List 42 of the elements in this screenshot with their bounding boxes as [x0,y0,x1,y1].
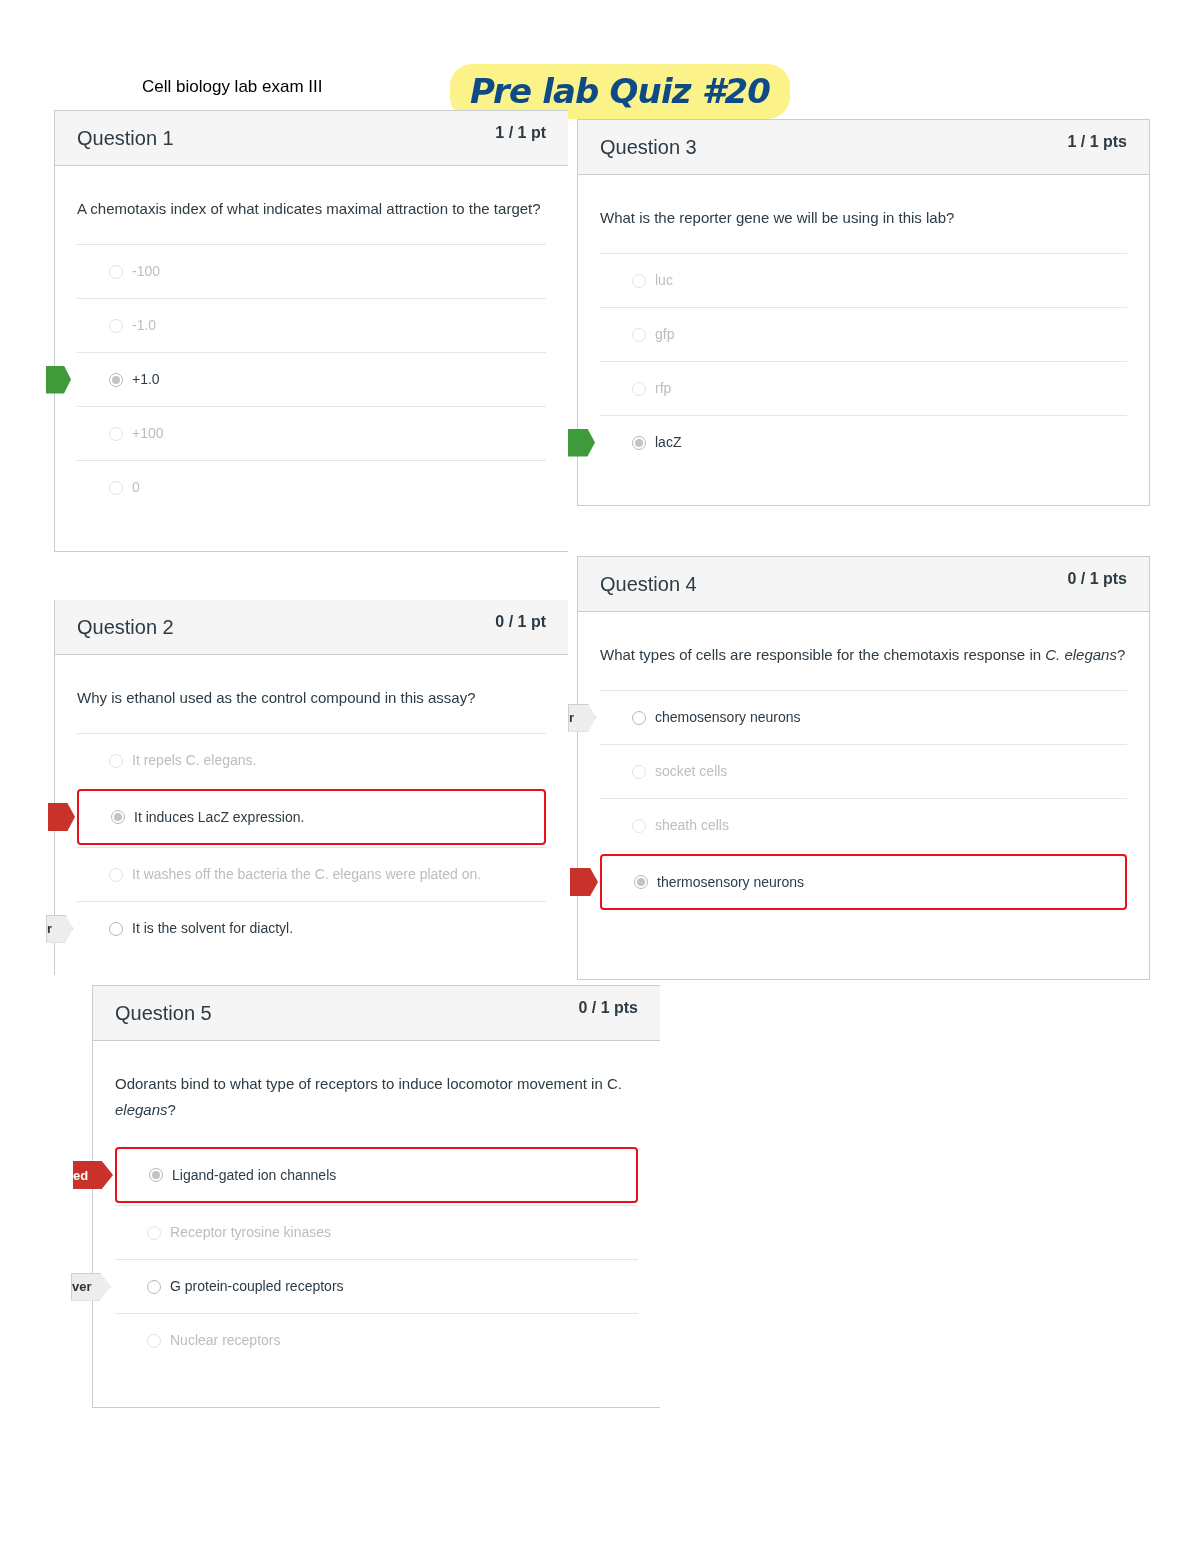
points-score: 1 / 1 pts [1067,132,1127,152]
answer-option: socket cells [655,761,728,782]
answer-option: It washes off the bacteria the C. elegans were plated on. [132,864,482,885]
answer-option: luc [655,270,673,291]
answer-option: Ligand-gated ion channels [172,1164,337,1186]
points-score: 0 / 1 pt [495,612,546,632]
answer-option: +100 [132,423,164,444]
question-title: Question 4 [600,572,697,597]
answer-option: thermosensory neurons [657,871,805,893]
answer-option: chemosensory neurons [655,707,801,728]
question-title: Question 2 [77,615,174,640]
answer-option: Receptor tyrosine kinases [170,1222,332,1243]
answer-option: gfp [655,324,675,345]
answer-flag: r [568,703,596,732]
answer-flag: r [46,914,73,943]
answer-flag: ver [71,1272,111,1301]
answer-option: It induces LacZ expression. [134,806,305,828]
question-title: Question 1 [77,126,174,151]
points-score: 1 / 1 pt [495,123,546,143]
answer-flag: ed [73,1161,113,1189]
answer-option: G protein-coupled receptors [170,1276,344,1297]
answer-option: lacZ [655,432,682,453]
handwritten-note: Pre lab Quiz #20 [450,64,791,119]
document-title: Cell biology lab exam III [142,76,323,98]
question-text: What is the reporter gene we will be using in this lab? [600,208,956,228]
question-title: Question 3 [600,135,697,160]
points-score: 0 / 1 pts [578,998,638,1018]
answer-option: It is the solvent for diactyl. [132,918,294,939]
question-text: What types of cells are responsible for the chemotaxis response in C. elegans? [600,645,1127,665]
points-score: 0 / 1 pts [1067,569,1127,589]
answer-option: -100 [132,261,161,282]
answer-option: -1.0 [132,315,157,336]
answer-option: rfp [655,378,672,399]
answer-option: It repels C. elegans. [132,750,257,771]
question-text: A chemotaxis index of what indicates maximal attraction to the target? [77,199,542,219]
answer-option: +1.0 [132,369,160,390]
answer-option: Nuclear receptors [170,1330,281,1351]
answer-option: 0 [132,477,140,498]
answer-option: sheath cells [655,815,729,836]
question-text: Odorants bind to what type of receptors to induce locomotor movement in C. elegans? [115,1074,623,1120]
question-title: Question 5 [115,1001,212,1026]
question-text: Why is ethanol used as the control compound in this assay? [77,688,477,708]
